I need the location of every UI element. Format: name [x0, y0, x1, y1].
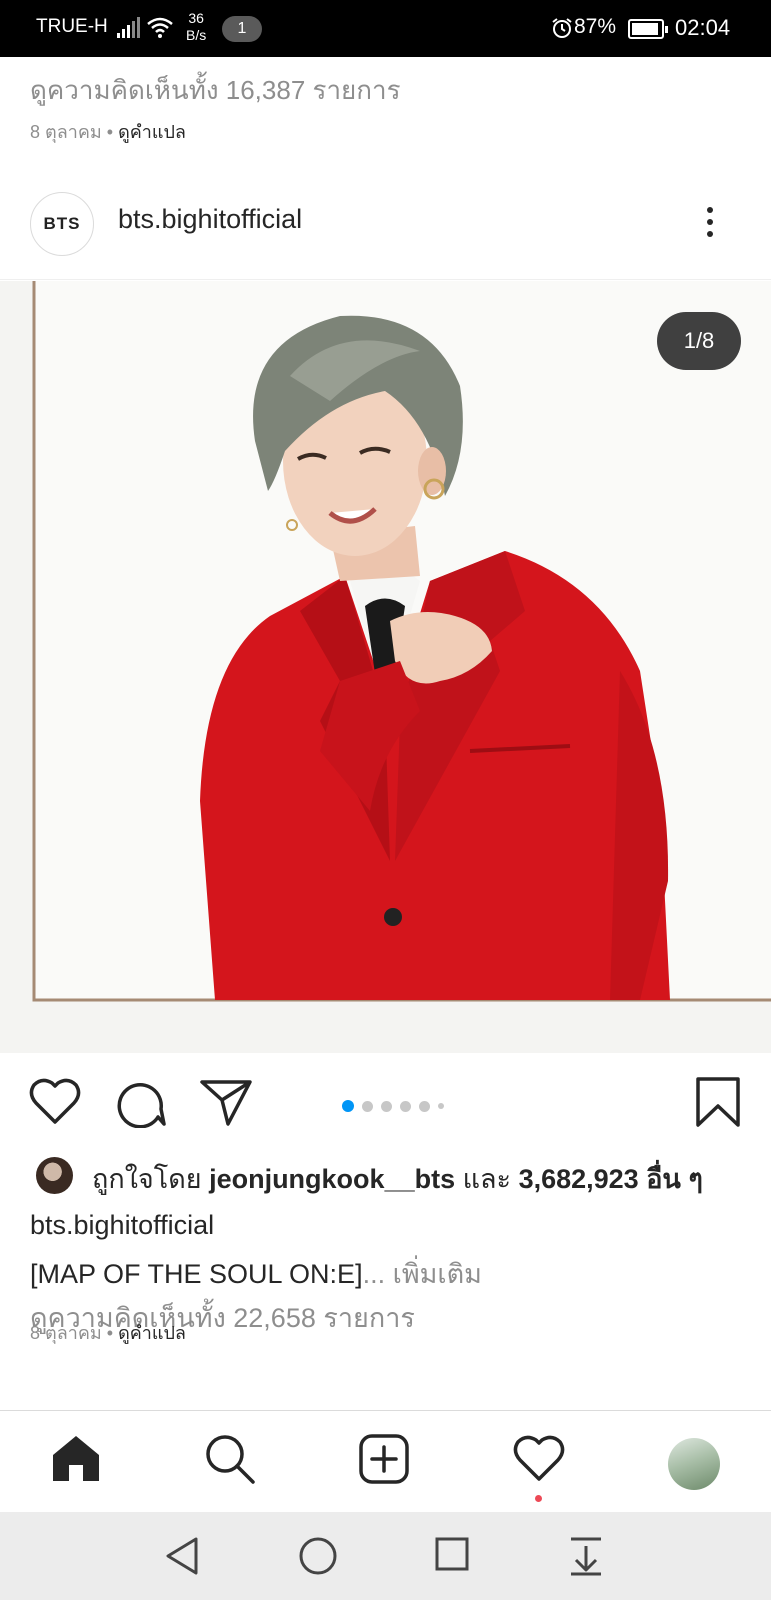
- carousel-dot: [381, 1100, 392, 1112]
- network-speed-value: 36: [188, 10, 204, 26]
- meta-separator: •: [101, 122, 119, 142]
- caption-text: [MAP OF THE SOUL ON:E]: [30, 1259, 363, 1289]
- likes-summary[interactable]: ถูกใจโดย jeonjungkook__bts และ 3,682,923…: [36, 1155, 771, 1195]
- network-speed-unit: B/s: [186, 27, 207, 43]
- avatar-logo-text: BTS: [43, 214, 81, 233]
- caption-more-link[interactable]: ... เพิ่มเติม: [363, 1259, 482, 1289]
- clock: 02:04: [675, 15, 731, 40]
- battery-icon: [628, 19, 668, 39]
- bottom-navigation: [0, 1410, 771, 1512]
- post-date: 8 ตุลาคม: [30, 1323, 102, 1343]
- see-translation-link[interactable]: ดูคำแปล: [118, 122, 186, 142]
- likes-suffix[interactable]: อื่น ๆ: [639, 1164, 703, 1194]
- heart-icon[interactable]: [28, 1076, 82, 1130]
- post-action-bar: [0, 1070, 771, 1140]
- post-image[interactable]: [0, 281, 771, 1053]
- carousel-dot: [362, 1100, 373, 1112]
- post-date: 8 ตุลาคม: [30, 122, 102, 142]
- carousel-dot: [419, 1100, 430, 1112]
- carousel-indicator: [342, 1100, 444, 1112]
- status-bar: TRUE-H 36 B/s 1 87% 02:04: [0, 0, 771, 57]
- liker-username[interactable]: jeonjungkook__bts: [209, 1164, 455, 1194]
- signal-icon: [117, 17, 141, 43]
- network-speed: 36 B/s: [186, 10, 206, 44]
- search-icon[interactable]: [204, 1433, 256, 1489]
- carousel-dot: [438, 1103, 444, 1109]
- home-circle-icon[interactable]: [298, 1536, 338, 1580]
- post-meta: 8 ตุลาคม • ดูคำแปล: [30, 1318, 186, 1347]
- pull-down-icon[interactable]: [568, 1536, 604, 1580]
- wifi-icon: [146, 15, 174, 43]
- likes-text: ถูกใจโดย jeonjungkook__bts และ 3,682,923…: [92, 1157, 703, 1200]
- home-icon[interactable]: [51, 1433, 101, 1487]
- add-post-icon[interactable]: [358, 1433, 410, 1489]
- see-translation-link[interactable]: ดูคำแปล: [118, 1323, 186, 1343]
- carrier-label: TRUE-H: [36, 16, 108, 37]
- likes-prefix: ถูกใจโดย: [92, 1164, 210, 1194]
- liker-avatar[interactable]: [36, 1157, 73, 1194]
- back-triangle-icon[interactable]: [164, 1536, 200, 1580]
- activity-notification-dot: [535, 1495, 542, 1502]
- caption: [MAP OF THE SOUL ON:E]... เพิ่มเติม: [30, 1252, 482, 1295]
- activity-heart-icon[interactable]: [512, 1433, 566, 1487]
- post-username[interactable]: bts.bighitofficial: [118, 204, 302, 235]
- likes-conjunction: และ: [455, 1164, 519, 1194]
- avatar[interactable]: BTS: [30, 192, 94, 256]
- caption-username[interactable]: bts.bighitofficial: [30, 1210, 214, 1241]
- battery-percentage: 87%: [574, 15, 617, 38]
- likes-count[interactable]: 3,682,923: [519, 1164, 639, 1194]
- post-meta: 8 ตุลาคม • ดูคำแปล: [30, 117, 186, 146]
- carousel-dot: [400, 1100, 411, 1112]
- notification-count-badge: 1: [222, 16, 262, 42]
- meta-separator: •: [101, 1323, 119, 1343]
- carousel-dot: [342, 1100, 354, 1112]
- view-all-comments-link[interactable]: ดูความคิดเห็นทั้ง 16,387 รายการ: [30, 70, 401, 111]
- profile-avatar[interactable]: [668, 1438, 720, 1490]
- alarm-icon: [551, 17, 573, 43]
- bookmark-icon[interactable]: [695, 1076, 741, 1132]
- comment-icon[interactable]: [114, 1076, 166, 1132]
- send-icon[interactable]: [200, 1076, 252, 1132]
- system-navigation-bar: [0, 1512, 771, 1600]
- image-counter-badge: 1/8: [657, 312, 741, 370]
- post-header: BTS bts.bighitofficial: [0, 182, 771, 280]
- more-options-icon[interactable]: [700, 204, 720, 244]
- recents-square-icon[interactable]: [434, 1536, 470, 1576]
